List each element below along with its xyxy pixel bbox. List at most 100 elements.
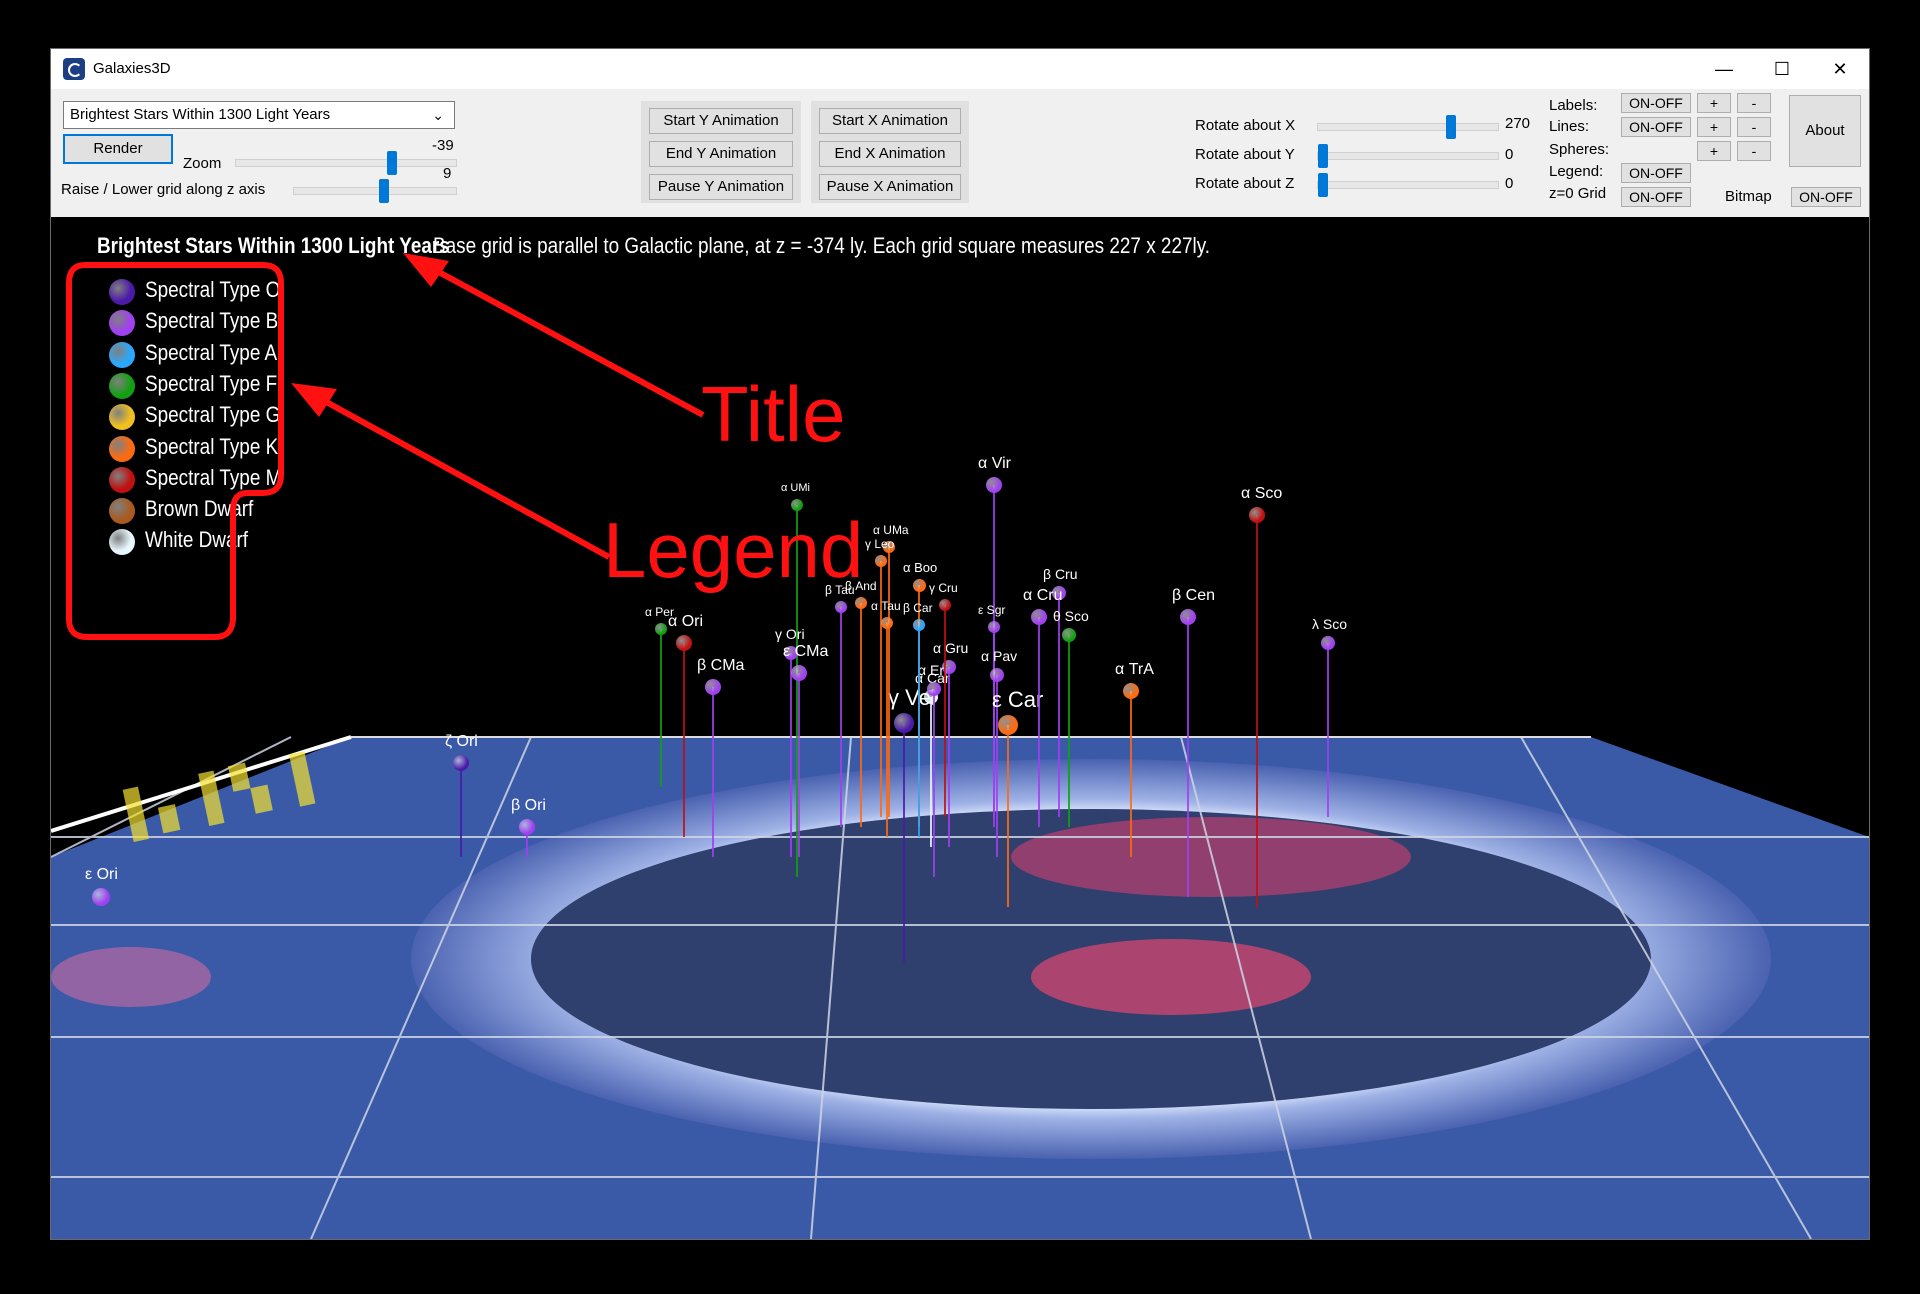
star-sphere[interactable]	[939, 599, 951, 611]
star-sphere[interactable]	[676, 635, 692, 651]
legend-label: Spectral Type M	[145, 464, 282, 490]
star-sphere[interactable]	[453, 755, 469, 771]
star-drop-line	[712, 687, 714, 857]
labels-label: Labels:	[1549, 97, 1598, 114]
lines-toggle[interactable]: ON-OFF	[1621, 117, 1691, 137]
rotate-z-slider-thumb[interactable]	[1318, 173, 1328, 197]
lines-minus-button[interactable]: -	[1737, 117, 1771, 137]
star-label: ε Ori	[85, 866, 118, 883]
star-label: α Ori	[668, 613, 704, 630]
x-animation-group: Start X Animation End X Animation Pause …	[811, 101, 969, 203]
star-label: α UMa	[873, 523, 909, 537]
close-button[interactable]: ✕	[1811, 49, 1869, 89]
dataset-dropdown[interactable]: Brightest Stars Within 1300 Light Years …	[63, 101, 455, 129]
labels-toggle[interactable]: ON-OFF	[1621, 93, 1691, 113]
star-sphere[interactable]	[990, 668, 1004, 682]
window-title: Galaxies3D	[93, 60, 171, 77]
star-sphere[interactable]	[855, 597, 867, 609]
star-sphere[interactable]	[92, 888, 110, 906]
star-sphere[interactable]	[1180, 609, 1196, 625]
grid-z-slider-thumb[interactable]	[379, 179, 389, 203]
legend-swatch-icon	[109, 341, 135, 368]
rotate-z-slider[interactable]	[1317, 173, 1499, 197]
star-sphere[interactable]	[791, 665, 807, 681]
star-sphere[interactable]	[1062, 628, 1076, 642]
star-label: β Car	[903, 601, 933, 615]
star-label: α Tau	[871, 599, 901, 613]
star-sphere[interactable]	[1123, 683, 1139, 699]
star-sphere[interactable]	[835, 601, 847, 613]
star-sphere[interactable]	[1031, 609, 1047, 625]
z0-grid-label: z=0 Grid	[1549, 185, 1607, 202]
star-label: ε CMa	[783, 643, 829, 660]
spheres-plus-button[interactable]: +	[1697, 141, 1731, 161]
rotate-y-slider-thumb[interactable]	[1318, 144, 1328, 168]
star-sphere[interactable]	[1321, 636, 1335, 650]
star-sphere[interactable]	[655, 623, 667, 635]
annotation-legend-text: Legend	[603, 506, 864, 594]
star-sphere[interactable]	[998, 715, 1018, 735]
legend-swatch-icon	[109, 372, 135, 399]
pause-x-animation-button[interactable]: Pause X Animation	[819, 174, 961, 200]
star-drop-line	[930, 697, 932, 847]
star-drop-line	[460, 763, 462, 857]
star-drop-line	[1256, 515, 1258, 907]
render-button[interactable]: Render	[63, 134, 173, 164]
end-y-animation-button[interactable]: End Y Animation	[649, 141, 793, 167]
star-sphere[interactable]	[986, 477, 1002, 493]
rotate-x-slider-thumb[interactable]	[1446, 115, 1456, 139]
star-drop-line	[944, 605, 946, 817]
labels-plus-button[interactable]: +	[1697, 93, 1731, 113]
about-button[interactable]: About	[1789, 95, 1861, 167]
legend-swatch-icon	[109, 498, 135, 525]
star-sphere[interactable]	[894, 713, 914, 733]
star-sphere[interactable]	[705, 679, 721, 695]
star-label: α Boo	[903, 559, 938, 575]
star-drop-line	[886, 623, 888, 837]
star-label: α Gru	[933, 640, 969, 656]
start-y-animation-button[interactable]: Start Y Animation	[649, 108, 793, 134]
minimize-button[interactable]: —	[1695, 49, 1753, 89]
rotate-y-slider[interactable]	[1317, 144, 1499, 168]
rotate-x-slider[interactable]	[1317, 115, 1499, 139]
rotate-z-label: Rotate about Z	[1195, 175, 1295, 192]
start-x-animation-button[interactable]: Start X Animation	[819, 108, 961, 134]
star-label: λ Sco	[1312, 616, 1348, 632]
star-label: ε Sgr	[978, 603, 1006, 617]
star-sphere[interactable]	[988, 621, 1000, 633]
spheres-minus-button[interactable]: -	[1737, 141, 1771, 161]
lines-label: Lines:	[1549, 118, 1590, 135]
star-sphere[interactable]	[927, 682, 941, 696]
pause-y-animation-button[interactable]: Pause Y Animation	[649, 174, 793, 200]
end-x-animation-button[interactable]: End X Animation	[819, 141, 961, 167]
app-icon	[63, 58, 85, 80]
star-label: ε Car	[992, 687, 1044, 712]
star-sphere[interactable]	[912, 578, 926, 592]
star-sphere[interactable]	[875, 555, 887, 567]
bitmap-toggle[interactable]: ON-OFF	[1791, 187, 1861, 207]
zoom-slider[interactable]	[235, 151, 457, 175]
zoom-slider-thumb[interactable]	[387, 151, 397, 175]
z0-grid-toggle[interactable]: ON-OFF	[1621, 187, 1691, 207]
star-label: α Cru	[1023, 587, 1063, 604]
3d-viewport[interactable]: ▌▖ ▌▚ ▐ α UMi α Vir α Sco α Per α Ori β CMa γ …	[51, 217, 1869, 1239]
grid-z-slider[interactable]	[293, 179, 457, 203]
rotate-y-label: Rotate about Y	[1195, 146, 1295, 163]
star-drop-line	[840, 607, 842, 827]
star-drop-line	[888, 547, 890, 817]
toolbar: Brightest Stars Within 1300 Light Years …	[51, 89, 1869, 217]
legend-label: Spectral Type G	[145, 402, 281, 428]
star-drop-line	[790, 653, 792, 857]
star-sphere[interactable]	[881, 617, 893, 629]
star-drop-line	[798, 673, 800, 857]
star-sphere[interactable]	[1249, 507, 1265, 523]
star-label: α UMi	[781, 482, 810, 494]
maximize-button[interactable]: ☐	[1753, 49, 1811, 89]
legend-toggle[interactable]: ON-OFF	[1621, 163, 1691, 183]
legend-label: Legend:	[1549, 163, 1604, 180]
lines-plus-button[interactable]: +	[1697, 117, 1731, 137]
star-sphere[interactable]	[519, 819, 535, 835]
star-sphere[interactable]	[913, 619, 925, 631]
labels-minus-button[interactable]: -	[1737, 93, 1771, 113]
app-window: Galaxies3D — ☐ ✕ Brightest Stars Within …	[50, 48, 1870, 1240]
